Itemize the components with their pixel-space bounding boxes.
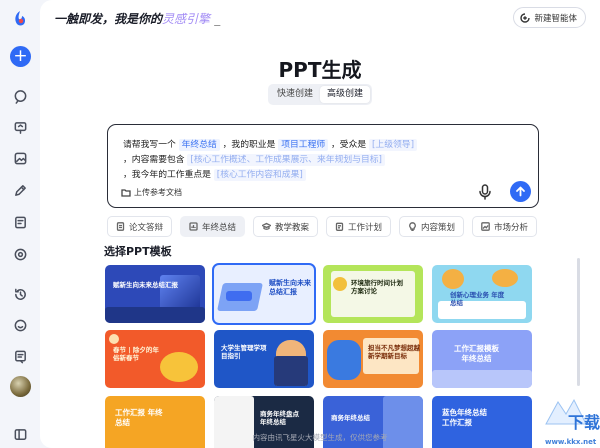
prompt-chip-focus[interactable]: [核心工作内容和成果] [213, 169, 306, 181]
microphone-icon[interactable] [478, 184, 492, 200]
category-label: 教学教案 [274, 222, 309, 233]
document-icon [116, 222, 125, 231]
template-title: 创新心理业务 年度 总结 [450, 291, 505, 307]
new-agent-label: 新建智能体 [534, 13, 577, 24]
prompt-text: 请帮我写一个 [123, 140, 176, 150]
template-title: 大学生管理学项 目指引 [221, 344, 267, 360]
slogan: 一触即发，我是你的灵感引擎 _ [54, 10, 220, 27]
folder-icon [121, 189, 131, 197]
watermark-logo-icon: 下载 [545, 398, 600, 432]
mode-switch: 快速创建 高级创建 [268, 84, 373, 105]
upload-reference-button[interactable]: 上传参考文档 [121, 187, 182, 198]
category-thesis-defense[interactable]: 论文答辩 [107, 216, 172, 237]
prompt-chip-audience[interactable]: [上级领导] [368, 139, 418, 151]
agent-icon[interactable] [11, 245, 29, 263]
page-title: PPT生成 [278, 58, 362, 82]
mode-quick-tab[interactable]: 快速创建 [270, 86, 320, 103]
main-panel: 一触即发，我是你的灵感引擎 _ 新建智能体 PPT生成 快速创建 高级创建 请帮… [40, 0, 600, 448]
template-card[interactable]: 大学生管理学项 目指引 [214, 330, 314, 388]
lightbulb-icon [409, 222, 416, 231]
category-label: 年终总结 [201, 222, 236, 233]
trend-icon [481, 222, 490, 231]
template-title: 环境旅行时间计划 方案讨论 [351, 279, 403, 295]
watermark-text: www.kkx.net [545, 438, 597, 446]
template-card[interactable]: 工作汇报模板 年终总结 [432, 330, 532, 388]
app-logo-icon[interactable] [10, 9, 30, 29]
slogan-prefix: 一触即发，我是你的 [54, 12, 163, 26]
smiley-icon[interactable] [11, 316, 29, 334]
template-card[interactable]: 担当不凡梦想超越 新学期新目标 [323, 330, 423, 388]
presentation-icon[interactable] [11, 118, 29, 136]
category-year-end-summary[interactable]: 年终总结 [180, 216, 245, 237]
prompt-text: ，我今年的工作重点是 [123, 170, 211, 180]
new-agent-icon [520, 12, 531, 23]
arrow-up-icon [516, 186, 525, 197]
prompt-text: ，我的职业是 [222, 140, 276, 150]
history-icon[interactable] [11, 285, 29, 303]
upload-label: 上传参考文档 [134, 188, 182, 197]
prompt-line-1: 请帮我写一个 年终总结 ，我的职业是 项目工程师 ，受众是 [上级领导] [123, 137, 418, 151]
category-label: 工作计划 [347, 222, 382, 233]
template-title: 赋新生向未来总结汇报 [113, 281, 178, 289]
template-title: 工作汇报模板 年终总结 [454, 344, 499, 363]
slogan-highlight: 灵感引擎 [162, 12, 211, 26]
sidebar: + [0, 0, 40, 448]
template-card[interactable]: 春节 | 除夕的年 俗新春节 [105, 330, 205, 388]
prompt-chip-topic[interactable]: 年终总结 [178, 139, 220, 151]
prompt-line-3: ，我今年的工作重点是 [核心工作内容和成果] [123, 167, 306, 181]
user-avatar[interactable] [10, 376, 31, 397]
image-icon[interactable] [11, 149, 29, 167]
category-work-plan[interactable]: 工作计划 [326, 216, 391, 237]
category-content-planning[interactable]: 内容策划 [399, 216, 464, 237]
template-title: 商务年终总结 [331, 414, 370, 422]
notes-icon[interactable] [11, 347, 29, 365]
template-title: 担当不凡梦想超越 新学期新目标 [368, 344, 420, 360]
category-label: 市场分析 [493, 222, 528, 233]
template-title: 工作汇报 年终 总结 [115, 408, 163, 427]
prompt-line-2: ，内容需要包含 [核心工作概述、工作成果展示、来年规划与目标] [123, 152, 385, 166]
send-button[interactable] [510, 181, 531, 202]
prompt-chip-profession[interactable]: 项目工程师 [278, 139, 329, 151]
new-chat-button[interactable]: + [10, 46, 31, 67]
prompt-editor[interactable]: 请帮我写一个 年终总结 ，我的职业是 项目工程师 ，受众是 [上级领导] ，内容… [107, 124, 539, 208]
template-card-selected[interactable]: 赋新生向未来 总结汇报 [212, 263, 316, 325]
category-label: 内容策划 [420, 222, 455, 233]
template-title: 春节 | 除夕的年 俗新春节 [113, 346, 159, 362]
category-teaching-plan[interactable]: 教学教案 [253, 216, 318, 237]
slogan-cursor: _ [214, 12, 221, 26]
graduation-cap-icon [261, 222, 271, 230]
template-card[interactable]: 赋新生向未来总结汇报 [105, 265, 205, 323]
category-bar: 论文答辩 年终总结 教学教案 工作计划 内容策划 市场分析 [107, 216, 537, 237]
template-section-title: 选择PPT模板 [104, 245, 172, 258]
new-agent-button[interactable]: 新建智能体 [513, 7, 586, 28]
template-title: 赋新生向未来 总结汇报 [269, 279, 311, 296]
prompt-chip-content[interactable]: [核心工作概述、工作成果展示、来年规划与目标] [187, 154, 385, 166]
prompt-text: ，内容需要包含 [123, 155, 185, 165]
svg-text:下载: 下载 [568, 413, 600, 432]
template-title: 蓝色年终总结 工作汇报 [442, 408, 487, 427]
chat-icon[interactable] [11, 87, 29, 105]
disclaimer-text: 内容由讯飞星火大模型生成，仅供您参考 [252, 433, 388, 442]
clipboard-icon [335, 222, 344, 231]
sidebar-toggle-icon[interactable] [11, 425, 29, 443]
category-market-analysis[interactable]: 市场分析 [472, 216, 537, 237]
pen-edit-icon[interactable] [11, 181, 29, 199]
template-title: 商务年终盘点 年终总结 [260, 410, 299, 426]
template-card[interactable]: 创新心理业务 年度 总结 [432, 265, 532, 323]
category-label: 论文答辩 [128, 222, 163, 233]
template-scrollbar[interactable] [577, 258, 580, 386]
template-card[interactable]: 环境旅行时间计划 方案讨论 [323, 265, 423, 323]
mode-advanced-tab[interactable]: 高级创建 [320, 86, 371, 103]
chart-icon [189, 222, 198, 231]
prompt-text: ，受众是 [330, 140, 367, 150]
document-edit-icon[interactable] [11, 213, 29, 231]
